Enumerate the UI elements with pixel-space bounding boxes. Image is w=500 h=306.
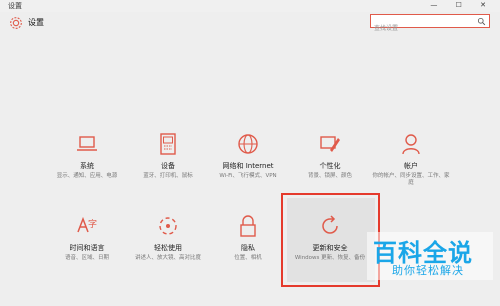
ease-of-access-icon bbox=[159, 217, 177, 235]
svg-text:字: 字 bbox=[88, 218, 97, 230]
tile-label: 个性化 bbox=[319, 162, 341, 170]
person-icon bbox=[402, 134, 420, 155]
tile-personalization[interactable]: 个性化 背景、锁屏、颜色 bbox=[290, 132, 370, 180]
tile-description: 显示、通知、应用、电源 bbox=[56, 173, 118, 179]
tile-description: 语音、区域、日期 bbox=[64, 255, 109, 261]
title-bar: 设置 — ☐ ✕ bbox=[0, 0, 500, 12]
tile-description: 背景、锁屏、颜色 bbox=[307, 173, 352, 179]
tile-time-language[interactable]: 字 时间和语言 语音、区域、日期 bbox=[47, 214, 127, 262]
tile-system[interactable]: 系统 显示、通知、应用、电源 bbox=[47, 132, 127, 180]
tile-label: 网络和 Internet bbox=[222, 162, 274, 170]
paintbrush-icon bbox=[320, 136, 340, 152]
globe-icon bbox=[238, 134, 258, 154]
watermark-subtitle: 助你轻松解决 bbox=[392, 264, 464, 277]
lock-icon bbox=[240, 215, 256, 237]
tile-label: 系统 bbox=[80, 162, 94, 170]
tile-label: 轻松使用 bbox=[154, 244, 182, 252]
window-title: 设置 bbox=[8, 2, 22, 10]
tile-privacy[interactable]: 隐私 位置、相机 bbox=[208, 214, 288, 262]
tile-description: 蓝牙、打印机、鼠标 bbox=[143, 173, 193, 179]
search-input[interactable] bbox=[371, 22, 474, 35]
window-controls[interactable]: — ☐ ✕ bbox=[430, 1, 494, 9]
keyboard-icon bbox=[160, 133, 176, 155]
tile-label: 时间和语言 bbox=[69, 244, 105, 252]
tile-label: 设备 bbox=[161, 162, 175, 170]
tile-description: 你的帐户、同步设置、工作、家庭 bbox=[372, 173, 450, 186]
search-box[interactable] bbox=[370, 14, 490, 35]
highlight-frame bbox=[281, 193, 380, 287]
gear-icon bbox=[10, 17, 22, 29]
tile-label: 帐户 bbox=[404, 162, 418, 170]
tile-description: Wi-Fi、飞行模式、VPN bbox=[219, 173, 277, 179]
tile-ease-of-access[interactable]: 轻松使用 讲述人、放大镜、高对比度 bbox=[128, 214, 208, 262]
language-icon: 字 bbox=[77, 216, 97, 233]
app-name: 设置 bbox=[28, 18, 44, 27]
tile-network[interactable]: 网络和 Internet Wi-Fi、飞行模式、VPN bbox=[208, 132, 288, 180]
search-icon[interactable] bbox=[477, 17, 486, 26]
tile-devices[interactable]: 设备 蓝牙、打印机、鼠标 bbox=[128, 132, 208, 180]
tile-accounts[interactable]: 帐户 你的帐户、同步设置、工作、家庭 bbox=[371, 132, 451, 187]
tile-label: 隐私 bbox=[241, 244, 255, 252]
tile-description: 位置、相机 bbox=[234, 255, 262, 261]
laptop-icon bbox=[77, 136, 97, 151]
tile-description: 讲述人、放大镜、高对比度 bbox=[134, 255, 201, 261]
